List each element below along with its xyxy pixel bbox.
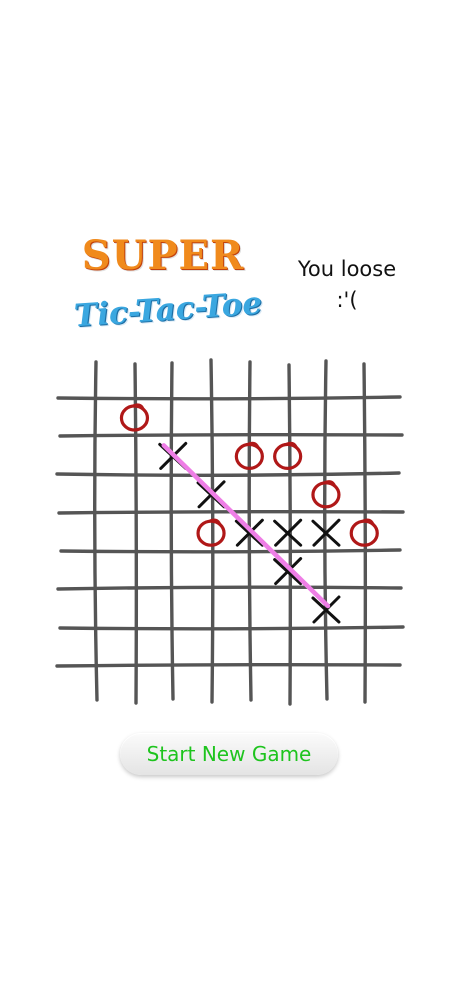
- board-cell[interactable]: [346, 630, 382, 666]
- board-cell[interactable]: [231, 630, 267, 666]
- game-board[interactable]: [0, 0, 460, 996]
- board-cell[interactable]: [78, 438, 114, 474]
- board-cell[interactable]: [155, 669, 191, 705]
- board-cell[interactable]: [308, 669, 344, 705]
- board-cell[interactable]: [270, 669, 306, 705]
- board-cell[interactable]: [346, 477, 382, 513]
- board-cell[interactable]: [308, 400, 344, 436]
- grid-line-horizontal: [56, 395, 402, 401]
- board-cell[interactable]: [308, 554, 344, 590]
- board-cell[interactable]: [193, 592, 229, 628]
- board-cell[interactable]: [231, 477, 267, 513]
- board-cell[interactable]: [346, 438, 382, 474]
- board-cell[interactable]: [346, 669, 382, 705]
- board-cell[interactable]: [78, 630, 114, 666]
- board-cell[interactable]: [78, 554, 114, 590]
- board-cell[interactable]: [346, 400, 382, 436]
- board-cell[interactable]: [193, 400, 229, 436]
- board-cell[interactable]: [270, 477, 306, 513]
- board-cell[interactable]: [193, 630, 229, 666]
- board-cell[interactable]: [193, 554, 229, 590]
- board-cell[interactable]: [155, 477, 191, 513]
- board-cell[interactable]: [155, 592, 191, 628]
- board-cell[interactable]: [116, 592, 152, 628]
- board-cell[interactable]: [270, 592, 306, 628]
- board-cell[interactable]: [193, 669, 229, 705]
- board-cell[interactable]: [270, 400, 306, 436]
- board-cell[interactable]: [155, 630, 191, 666]
- board-cell[interactable]: [155, 400, 191, 436]
- board-cell[interactable]: [346, 554, 382, 590]
- start-new-game-button[interactable]: Start New Game: [120, 733, 338, 775]
- board-cell[interactable]: [155, 515, 191, 551]
- board-cell[interactable]: [78, 592, 114, 628]
- board-cell[interactable]: [116, 477, 152, 513]
- board-cell[interactable]: [78, 669, 114, 705]
- board-cell[interactable]: [116, 554, 152, 590]
- board-cell[interactable]: [308, 630, 344, 666]
- board-cell[interactable]: [78, 477, 114, 513]
- board-cell[interactable]: [78, 400, 114, 436]
- board-cell[interactable]: [308, 438, 344, 474]
- board-cell[interactable]: [78, 515, 114, 551]
- board-cell[interactable]: [346, 592, 382, 628]
- board-cell[interactable]: [155, 554, 191, 590]
- game-screen: SUPER Tic-Tac-Toe You loose :'( Start Ne…: [0, 0, 460, 996]
- board-cell[interactable]: [116, 669, 152, 705]
- start-new-game-label: Start New Game: [146, 742, 312, 766]
- board-cell[interactable]: [231, 400, 267, 436]
- board-cell[interactable]: [116, 438, 152, 474]
- board-cell[interactable]: [231, 554, 267, 590]
- board-cell[interactable]: [231, 669, 267, 705]
- board-cell[interactable]: [270, 630, 306, 666]
- board-cell[interactable]: [231, 592, 267, 628]
- board-cell[interactable]: [116, 630, 152, 666]
- board-cell[interactable]: [193, 438, 229, 474]
- board-cell[interactable]: [116, 515, 152, 551]
